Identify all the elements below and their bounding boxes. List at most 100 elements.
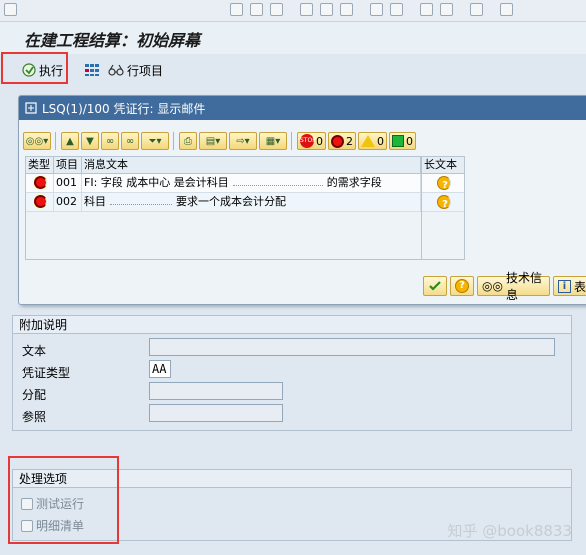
item-cell: 001: [54, 174, 82, 192]
toolbar-icon[interactable]: [270, 3, 283, 16]
sort-ascending-button[interactable]: ▲: [61, 132, 79, 150]
watermark: 知乎 @book8833: [447, 522, 572, 540]
reference-input[interactable]: [149, 404, 283, 422]
grid-icon: [85, 64, 99, 76]
help-icon[interactable]: ?: [437, 195, 451, 209]
message-table: 类型 项目 消息文本 001 FI: 字段 成本中心 是会计科目 的需求字段 00…: [25, 156, 449, 260]
confirm-button[interactable]: [423, 276, 447, 296]
line-items-button[interactable]: 行项目: [108, 60, 163, 80]
toolbar-icon[interactable]: [230, 3, 243, 16]
column-header-item[interactable]: 项目: [54, 157, 82, 173]
stop-count: 0: [316, 134, 323, 148]
filter-button[interactable]: ⏷▾: [141, 132, 169, 150]
allocation-label: 分配: [22, 388, 47, 402]
printer-icon: ⎙: [184, 135, 192, 147]
error-count: 2: [346, 134, 353, 148]
toolbar-icon[interactable]: [300, 3, 313, 16]
info-icon: i: [557, 279, 571, 293]
binoculars-icon: ∞: [105, 135, 115, 147]
item-cell: 002: [54, 193, 82, 211]
toolbar-icon[interactable]: [250, 3, 263, 16]
title-bar: 在建工程结算：初始屏幕: [0, 22, 586, 54]
table-header: 类型 项目 消息文本: [26, 157, 448, 174]
layout-button[interactable]: ▦▾: [259, 132, 287, 150]
find-next-button[interactable]: ∞: [121, 132, 139, 150]
message-cell: FI: 字段 成本中心 是会计科目 的需求字段: [82, 174, 421, 192]
table-row[interactable]: 001 FI: 字段 成本中心 是会计科目 的需求字段: [26, 174, 448, 193]
views-button[interactable]: ▤▾: [199, 132, 227, 150]
glasses-icon: ◎◎: [482, 279, 503, 293]
success-icon: [392, 135, 404, 147]
sort-icon: ▲: [66, 135, 74, 147]
page-title: 在建工程结算：初始屏幕: [24, 31, 201, 50]
window-icon: [25, 102, 37, 114]
print-button[interactable]: ⎙: [179, 132, 197, 150]
glasses-icon: [108, 64, 124, 76]
additional-info-section: 附加说明 文本 凭证类型 AA 分配 参照: [12, 315, 572, 431]
filter-icon: ⏷▾: [148, 135, 162, 147]
long-text-column: 长文本 ? ?: [421, 156, 465, 260]
layout-icon: ▦▾: [265, 135, 281, 147]
details-button[interactable]: ◎◎▾: [23, 132, 51, 150]
binoculars-icon: ∞: [125, 135, 135, 147]
application-toolbar: 执行 行项目: [0, 56, 586, 84]
popup-toolbar: ◎◎▾ ▲ ▼ ∞ ∞ ⏷▾ ⎙ ▤▾ ⇨▾ ▦▾ STOP 0 2 0 0: [23, 130, 416, 152]
popup-title: LSQ(1)/100 凭证行: 显示邮件: [42, 101, 206, 116]
toolbar-icon[interactable]: [500, 3, 513, 16]
message-cell: 科目 要求一个成本会计分配: [82, 193, 421, 211]
section-title: 附加说明: [13, 316, 571, 334]
more-label: 表: [573, 279, 586, 294]
line-items-label: 行项目: [127, 63, 164, 78]
toolbar-icon[interactable]: [470, 3, 483, 16]
highlight-box: [8, 456, 119, 544]
column-header-type[interactable]: 类型: [26, 157, 54, 173]
toolbar-icon[interactable]: [370, 3, 383, 16]
doc-type-input[interactable]: AA: [149, 360, 171, 378]
help-button[interactable]: ?: [450, 276, 474, 296]
text-input[interactable]: [149, 338, 555, 356]
back-icon[interactable]: [4, 3, 17, 16]
highlight-box: [1, 52, 68, 84]
column-header-long-text[interactable]: 长文本: [422, 157, 464, 173]
toolbar-icon[interactable]: [320, 3, 333, 16]
grid-button[interactable]: [84, 60, 100, 80]
doc-type-label: 凭证类型: [22, 366, 71, 380]
success-count: 0: [406, 134, 413, 148]
tech-info-label: 技术信息: [505, 271, 542, 302]
toolbar-icon[interactable]: [340, 3, 353, 16]
error-icon: [34, 195, 47, 208]
error-icon: [331, 134, 344, 148]
text-label: 文本: [22, 344, 47, 358]
stop-count-button[interactable]: STOP 0: [297, 132, 326, 150]
glasses-icon: ◎◎▾: [25, 135, 49, 147]
find-button[interactable]: ∞: [101, 132, 119, 150]
column-header-message[interactable]: 消息文本: [82, 157, 421, 173]
table-row[interactable]: 002 科目 要求一个成本会计分配: [26, 193, 448, 212]
popup-title-bar: LSQ(1)/100 凭证行: 显示邮件: [19, 96, 586, 120]
export-button[interactable]: ⇨▾: [229, 132, 257, 150]
popup-footer: ? ◎◎ 技术信息 i 表: [423, 271, 586, 302]
warning-count-button[interactable]: 0: [358, 132, 387, 150]
check-icon: [429, 281, 441, 291]
error-count-button[interactable]: 2: [328, 132, 356, 150]
more-button[interactable]: i 表: [552, 276, 586, 296]
sort-icon: ▼: [86, 135, 94, 147]
warning-count: 0: [377, 134, 384, 148]
views-icon: ▤▾: [205, 135, 221, 147]
success-count-button[interactable]: 0: [389, 132, 416, 150]
stop-icon: STOP: [300, 134, 316, 148]
help-icon[interactable]: ?: [437, 176, 451, 190]
export-icon: ⇨▾: [236, 135, 250, 147]
toolbar-icon[interactable]: [420, 3, 433, 16]
help-icon: ?: [455, 279, 469, 293]
toolbar-icon[interactable]: [390, 3, 403, 16]
toolbar-icon[interactable]: [440, 3, 453, 16]
error-icon: [34, 176, 47, 189]
sort-descending-button[interactable]: ▼: [81, 132, 99, 150]
reference-label: 参照: [22, 410, 47, 424]
redacted-text: [232, 178, 323, 186]
tech-info-button[interactable]: ◎◎ 技术信息: [477, 271, 550, 302]
system-toolbar: [0, 0, 586, 22]
message-popup: LSQ(1)/100 凭证行: 显示邮件 ◎◎▾ ▲ ▼ ∞ ∞ ⏷▾ ⎙ ▤▾…: [18, 95, 586, 305]
allocation-input[interactable]: [149, 382, 283, 400]
